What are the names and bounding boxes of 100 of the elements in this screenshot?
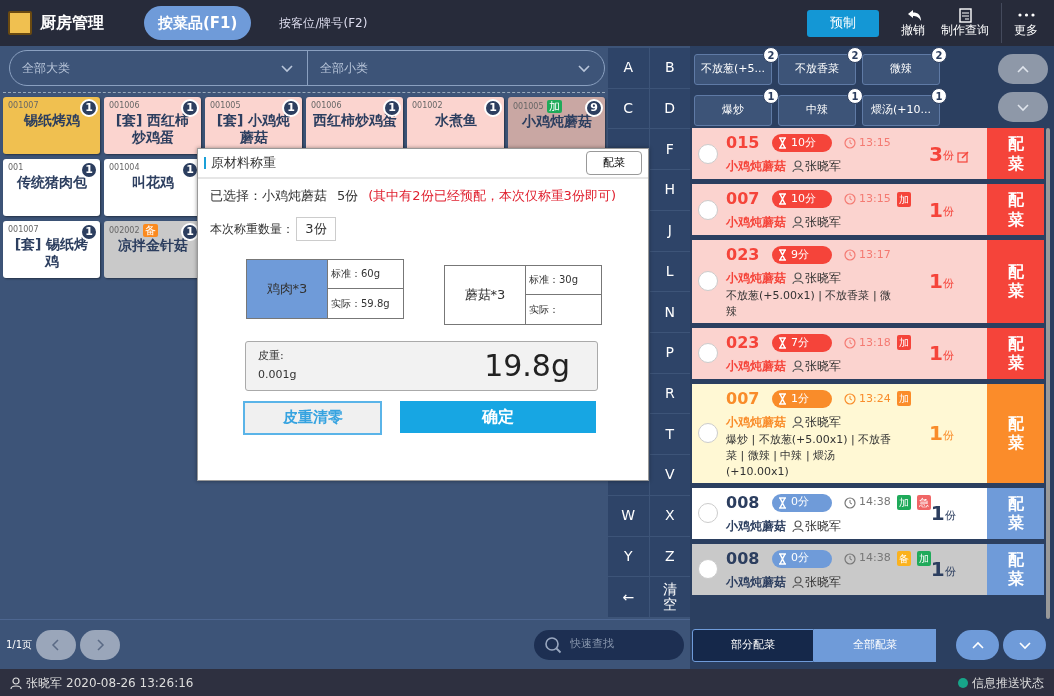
order-tag: 加 bbox=[896, 335, 911, 351]
order-number: 007 bbox=[726, 188, 761, 210]
dish-name: 锡纸烤鸡 bbox=[22, 112, 81, 129]
notice-text: (其中有2份已经预配，本次仅称重3份即可) bbox=[368, 187, 616, 205]
dish-code: 001005 bbox=[513, 100, 544, 113]
order-time: 14:38 bbox=[844, 494, 891, 511]
timer-pill: 9分 bbox=[772, 246, 832, 264]
ingredient-name: 蘑菇*3 bbox=[463, 285, 507, 304]
staff-name: 张晓军 bbox=[805, 357, 841, 375]
tare-label: 皮重: bbox=[258, 347, 285, 364]
push-status-label: 信息推送状态 bbox=[972, 674, 1044, 692]
selected-quantity: 5份 bbox=[337, 187, 359, 205]
staff-name: 张晓军 bbox=[805, 214, 841, 231]
dish-name: 小鸡炖蘑菇 bbox=[726, 517, 786, 535]
timer-pill: 10分 bbox=[772, 190, 832, 208]
quantity: 1 bbox=[930, 500, 945, 528]
actual-weight: 实际：59.8g bbox=[328, 288, 403, 318]
staff-name: 张晓军 bbox=[805, 158, 841, 175]
quantity: 1 bbox=[930, 556, 945, 584]
staff-name: 张晓军 bbox=[805, 517, 841, 535]
order-time: 13:15 bbox=[844, 134, 891, 152]
quantity: 1 bbox=[929, 340, 943, 368]
order-number: 008 bbox=[726, 491, 761, 514]
timer-pill: 1分 bbox=[772, 389, 832, 408]
order-number: 023 bbox=[726, 244, 761, 266]
count-badge: 1 bbox=[931, 88, 947, 104]
tare-value: 0.001g bbox=[258, 366, 297, 383]
order-tag: 急 bbox=[916, 495, 931, 511]
dish-name: 小鸡炖蘑菇 bbox=[726, 214, 786, 231]
dish-tag: 备 bbox=[142, 224, 158, 237]
quantity-unit: 份 bbox=[942, 205, 954, 221]
dish-name: 小鸡炖蘑菇 bbox=[726, 270, 786, 287]
page-indicator: 1/1页 bbox=[6, 638, 33, 652]
dish-name: 叫花鸡 bbox=[130, 174, 175, 191]
quantity: 1 bbox=[929, 268, 943, 296]
dish-name: 小鸡炖蘑菇 bbox=[726, 573, 786, 591]
dish-code: 001007 bbox=[8, 100, 39, 112]
order-time: 13:15 bbox=[844, 190, 891, 208]
quantity-unit: 份 bbox=[942, 277, 954, 293]
timer-pill: 0分 bbox=[772, 493, 832, 512]
order-note: 不放葱(+5.00x1) | 不放香菜 | 微辣 bbox=[726, 288, 893, 320]
count-badge: 2 bbox=[763, 47, 779, 63]
dish-name: 小鸡炖蘑菇 bbox=[726, 357, 786, 375]
dish-name: 小鸡炖蘑菇 bbox=[726, 413, 786, 431]
dish-code: 001006 bbox=[109, 100, 140, 112]
count-badge: 1 bbox=[763, 88, 779, 104]
standard-weight: 标准：60g bbox=[330, 267, 382, 282]
dish-code: 001002 bbox=[412, 100, 443, 112]
count-badge: 2 bbox=[847, 47, 863, 63]
dish-name: 水煮鱼 bbox=[433, 112, 478, 129]
dish-code: 001006 bbox=[311, 100, 342, 112]
selected-dish-label: 已选择：小鸡炖蘑菇 bbox=[210, 187, 327, 205]
order-note: 爆炒 | 不放葱(+5.00x1) | 不放香菜 | 微辣 | 中辣 | 煨汤(+10.00x1) bbox=[726, 431, 893, 480]
quantity-unit: 份 bbox=[942, 149, 954, 165]
order-time: 14:38 bbox=[844, 550, 891, 567]
order-number: 008 bbox=[726, 547, 761, 570]
order-tag: 加 bbox=[916, 551, 931, 567]
quantity-unit: 份 bbox=[944, 564, 956, 580]
order-time: 13:18 bbox=[844, 334, 891, 352]
count-badge: 1 bbox=[484, 99, 502, 117]
staff-name: 张晓军 bbox=[805, 270, 841, 287]
count-badge: 1 bbox=[80, 99, 98, 117]
order-tag: 加 bbox=[896, 495, 911, 511]
dish-code: 001005 bbox=[210, 100, 241, 112]
timer-pill: 10分 bbox=[772, 134, 832, 152]
dish-code: 002002 bbox=[109, 224, 140, 237]
quantity-label: 本次称重数量： bbox=[210, 220, 294, 238]
order-number: 015 bbox=[726, 132, 761, 154]
date-time: 2020-08-26 13:26:16 bbox=[66, 674, 194, 692]
order-time: 13:24 bbox=[844, 390, 891, 408]
dish-name: 小鸡炖蘑菇 bbox=[726, 158, 786, 175]
dish-tag: 加 bbox=[546, 100, 562, 113]
dish-code: 001 bbox=[8, 162, 24, 174]
order-tag: 备 bbox=[896, 551, 911, 567]
timer-pill: 7分 bbox=[772, 333, 832, 352]
ingredient-name: 鸡肉*3 bbox=[247, 259, 327, 318]
quantity-unit: 份 bbox=[944, 508, 956, 524]
dialog-title: 原材料称重 bbox=[211, 154, 276, 173]
count-badge: 1 bbox=[847, 88, 863, 104]
staff-name: 张晓军 bbox=[805, 413, 841, 431]
quantity: 3 bbox=[929, 140, 943, 168]
order-time: 13:17 bbox=[844, 246, 891, 264]
quantity: 1 bbox=[929, 420, 943, 448]
weight-reading: 19.8g bbox=[484, 347, 570, 385]
quantity-unit: 份 bbox=[942, 429, 954, 445]
user-name: 张晓军 bbox=[26, 674, 62, 692]
dish-code: 001007 bbox=[8, 224, 39, 236]
order-number: 023 bbox=[726, 331, 761, 354]
count-badge: 2 bbox=[931, 47, 947, 63]
dish-code: 001004 bbox=[109, 162, 140, 174]
quantity-unit: 份 bbox=[942, 349, 954, 365]
quantity: 1 bbox=[929, 196, 943, 224]
app-title: 厨房管理 bbox=[40, 12, 104, 34]
staff-name: 张晓军 bbox=[805, 573, 841, 591]
actual-weight: 实际： bbox=[526, 294, 601, 324]
order-tag: 加 bbox=[896, 391, 911, 407]
standard-weight: 标准：30g bbox=[528, 273, 580, 288]
order-tag: 加 bbox=[896, 191, 911, 207]
order-number: 007 bbox=[726, 387, 761, 410]
timer-pill: 0分 bbox=[772, 549, 832, 568]
